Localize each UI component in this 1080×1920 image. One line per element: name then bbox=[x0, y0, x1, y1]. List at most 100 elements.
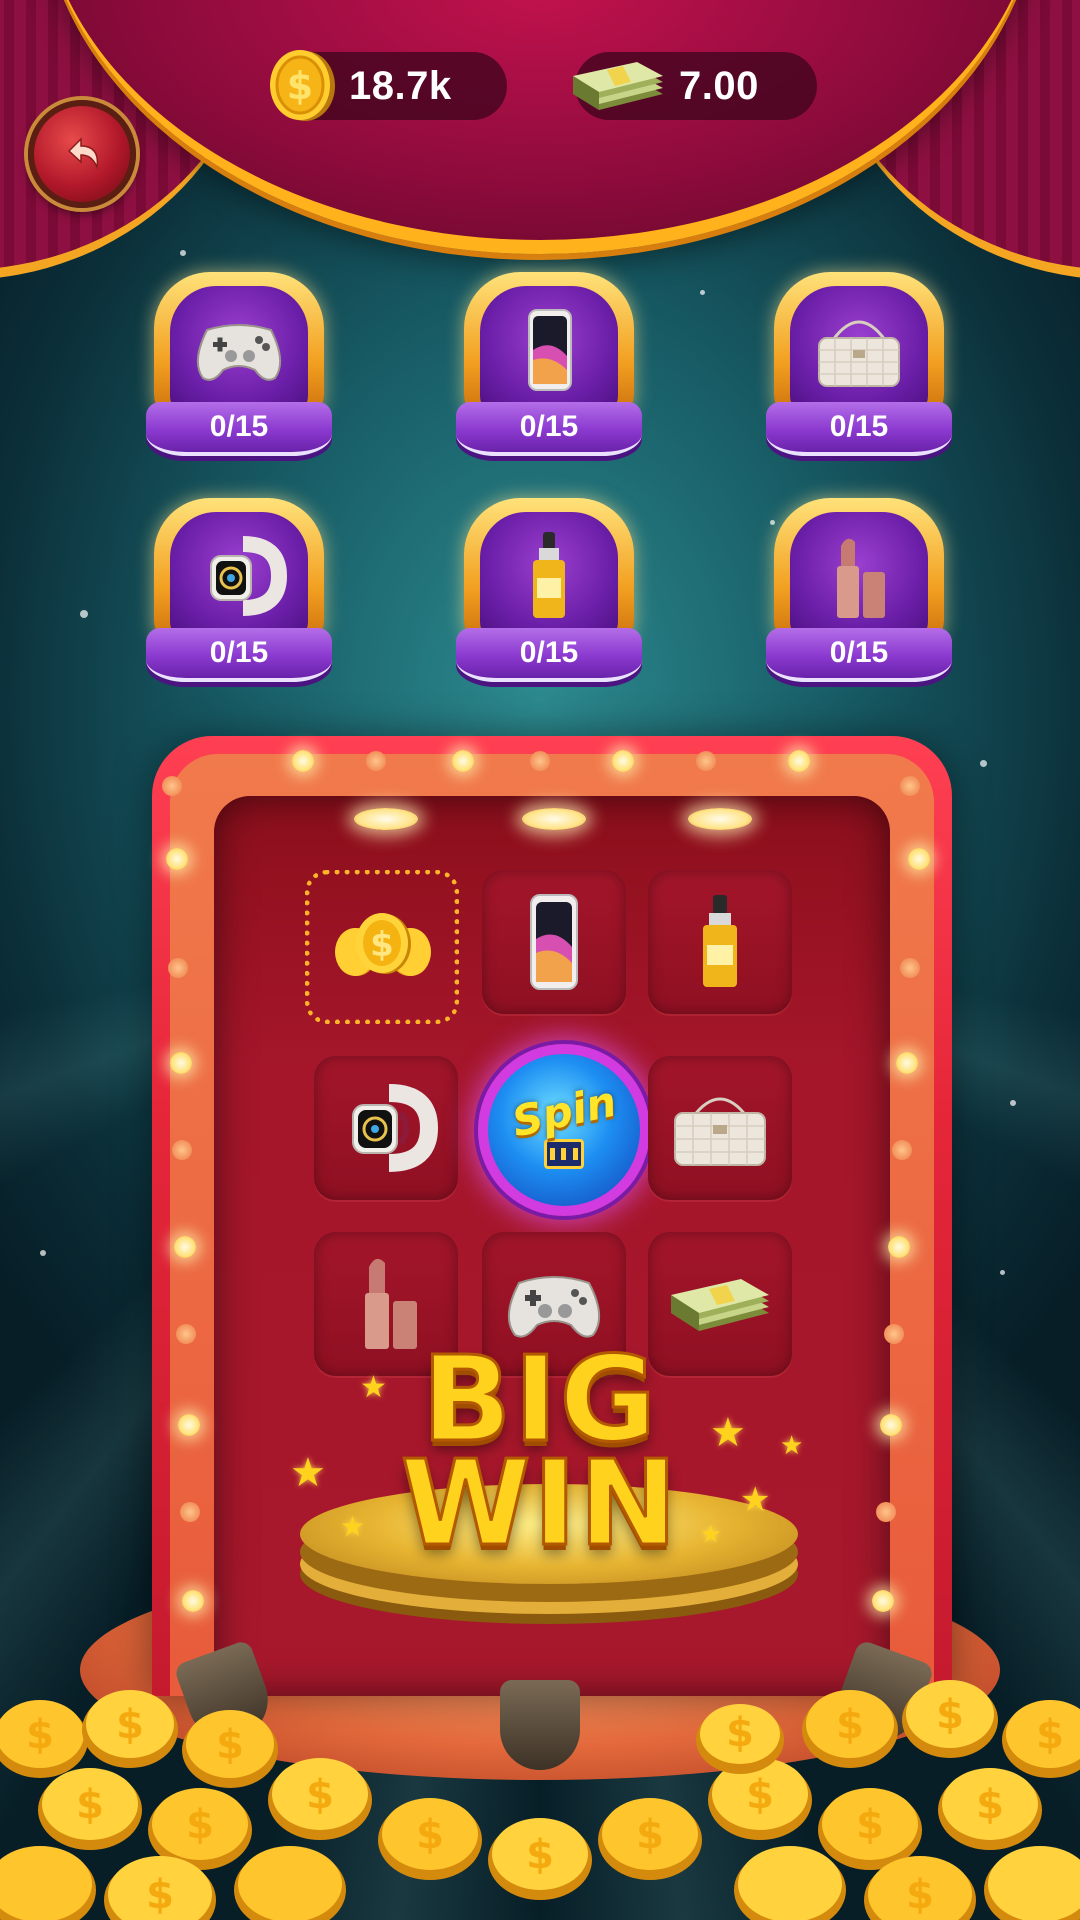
svg-text:$: $ bbox=[976, 1782, 1004, 1828]
prize-badge-lipstick[interactable]: 0/15 bbox=[766, 498, 952, 688]
marquee-bulb bbox=[178, 1414, 200, 1436]
marquee-bulb bbox=[162, 776, 182, 796]
marquee-bulb bbox=[612, 750, 634, 772]
svg-text:$: $ bbox=[287, 64, 313, 108]
cash-stack-icon bbox=[573, 62, 663, 110]
handbag-icon bbox=[674, 1097, 766, 1166]
lipstick-icon bbox=[837, 538, 885, 618]
spotlight bbox=[688, 808, 752, 830]
big-win-banner: ★ ★ ★ ★ ★ ★ ★ BIG WIN bbox=[290, 1329, 803, 1574]
gold-coin-icon: $ bbox=[270, 50, 335, 121]
sparkle bbox=[980, 760, 987, 767]
coins-value: 18.7k bbox=[349, 63, 452, 108]
svg-text:$: $ bbox=[216, 1722, 244, 1768]
cash-value: 7.00 bbox=[679, 63, 759, 108]
spin-button[interactable]: Spin bbox=[478, 1044, 650, 1216]
cash-balance: 7.00 bbox=[573, 52, 817, 120]
marquee-bulb bbox=[452, 750, 474, 772]
smartwatch-icon bbox=[352, 1084, 439, 1172]
prize-progress: 0/15 bbox=[146, 402, 332, 456]
marquee-bulb bbox=[366, 751, 386, 771]
slot-cell-phone bbox=[482, 870, 626, 1014]
marquee-bulb bbox=[180, 1502, 200, 1522]
marquee-bulb bbox=[172, 1140, 192, 1160]
smartphone-icon bbox=[530, 894, 578, 990]
sparkle bbox=[40, 1250, 46, 1256]
sparkle bbox=[80, 610, 88, 618]
star-icon: ★ bbox=[780, 1430, 804, 1460]
marquee-bulb bbox=[900, 958, 920, 978]
marquee-bulb bbox=[880, 1414, 902, 1436]
svg-text:$: $ bbox=[836, 1702, 864, 1748]
handbag-icon bbox=[818, 320, 900, 387]
prize-badge-controller[interactable]: 0/15 bbox=[146, 272, 332, 462]
perfume-serum-icon bbox=[703, 895, 737, 987]
prize-progress: 0/15 bbox=[766, 628, 952, 682]
svg-text:$: $ bbox=[936, 1692, 964, 1738]
back-button[interactable] bbox=[28, 100, 136, 208]
curtain-center bbox=[40, 0, 1040, 254]
slot-machine-icon bbox=[544, 1139, 584, 1169]
svg-text:$: $ bbox=[146, 1872, 174, 1918]
svg-text:$: $ bbox=[116, 1702, 144, 1748]
coin-pile: $ $ $ $ $$ $ $ $ $$ $ $ $ $ $$ $ bbox=[0, 1680, 1080, 1920]
coins-icon: $ bbox=[335, 913, 431, 976]
sparkle bbox=[1000, 1270, 1005, 1275]
marquee-bulb bbox=[292, 750, 314, 772]
prize-progress: 0/15 bbox=[766, 402, 952, 456]
svg-text:$: $ bbox=[856, 1802, 884, 1848]
marquee-bulb bbox=[168, 958, 188, 978]
svg-text:$: $ bbox=[76, 1782, 104, 1828]
prize-progress: 0/15 bbox=[456, 402, 642, 456]
marquee-bulb bbox=[892, 1140, 912, 1160]
sparkle bbox=[700, 290, 705, 295]
prize-badge-watch[interactable]: 0/15 bbox=[146, 498, 332, 688]
slot-cell-watch bbox=[314, 1056, 458, 1200]
marquee-bulb bbox=[896, 1052, 918, 1074]
prize-badge-serum[interactable]: 0/15 bbox=[456, 498, 642, 688]
slot-cell-coins: $ bbox=[305, 870, 459, 1024]
spotlight bbox=[354, 808, 418, 830]
marquee-bulb bbox=[908, 848, 930, 870]
marquee-bulb bbox=[166, 848, 188, 870]
coins-balance: $ 18.7k bbox=[270, 50, 507, 121]
marquee-bulb bbox=[884, 1324, 904, 1344]
svg-text:$: $ bbox=[1036, 1712, 1064, 1758]
svg-text:$: $ bbox=[186, 1802, 214, 1848]
marquee-bulb bbox=[872, 1590, 894, 1612]
svg-text:$: $ bbox=[906, 1872, 934, 1918]
big-win-line2: WIN bbox=[399, 1433, 680, 1574]
spotlight bbox=[522, 808, 586, 830]
svg-text:$: $ bbox=[416, 1812, 444, 1858]
prize-badge-handbag[interactable]: 0/15 bbox=[766, 272, 952, 462]
spin-label: Spin bbox=[507, 1076, 621, 1147]
svg-text:$: $ bbox=[526, 1832, 554, 1878]
prize-badge-phone[interactable]: 0/15 bbox=[456, 272, 642, 462]
svg-text:$: $ bbox=[306, 1772, 334, 1818]
sparkle bbox=[1010, 1100, 1016, 1106]
prize-progress: 0/15 bbox=[456, 628, 642, 682]
top-curtain bbox=[0, 0, 1080, 280]
marquee-bulb bbox=[530, 751, 550, 771]
svg-text:$: $ bbox=[26, 1712, 54, 1758]
marquee-bulb bbox=[176, 1324, 196, 1344]
marquee-bulb bbox=[876, 1502, 896, 1522]
slot-cell-serum bbox=[648, 870, 792, 1014]
svg-text:$: $ bbox=[746, 1772, 774, 1818]
marquee-bulb bbox=[174, 1236, 196, 1258]
svg-text:$: $ bbox=[726, 1710, 754, 1756]
marquee-bulb bbox=[900, 776, 920, 796]
svg-text:$: $ bbox=[370, 925, 394, 965]
back-arrow-icon bbox=[67, 137, 99, 170]
marquee-bulb bbox=[788, 750, 810, 772]
marquee-bulb bbox=[888, 1236, 910, 1258]
smartphone-icon bbox=[528, 309, 572, 391]
game-controller-icon bbox=[196, 324, 282, 381]
marquee-bulb bbox=[696, 751, 716, 771]
perfume-serum-icon bbox=[533, 532, 565, 618]
prize-progress: 0/15 bbox=[146, 628, 332, 682]
marquee-bulb bbox=[170, 1052, 192, 1074]
smartwatch-icon bbox=[210, 536, 288, 616]
svg-text:$: $ bbox=[636, 1812, 664, 1858]
slot-cell-handbag bbox=[648, 1056, 792, 1200]
